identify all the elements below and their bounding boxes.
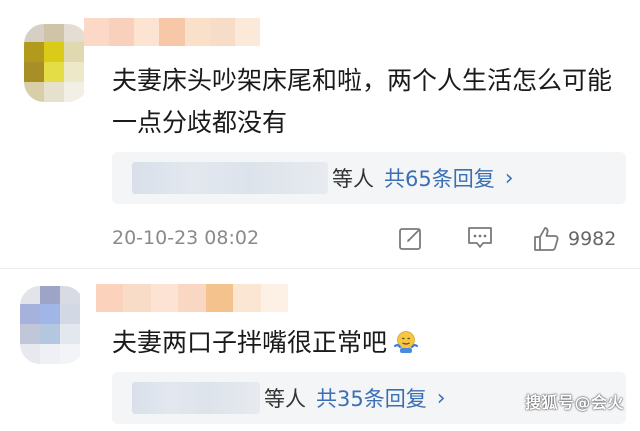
shrug-emoji-icon: [393, 331, 419, 353]
chevron-right-icon: ›: [504, 165, 514, 191]
replier-names-mosaic: [132, 162, 328, 194]
username-mosaic[interactable]: [96, 284, 288, 312]
comment-text-body: 夫妻两口子拌嘴很正常吧: [112, 328, 388, 357]
reply-count-label: 共35条回复: [316, 387, 427, 411]
comment-text: 夫妻床头吵架床尾和啦，两个人生活怎么可能一点分歧都没有: [112, 66, 613, 137]
replier-names-mosaic: [132, 382, 260, 414]
edit-icon[interactable]: [398, 225, 424, 251]
chevron-right-icon: ›: [436, 385, 446, 411]
avatar[interactable]: [20, 286, 84, 364]
thumbs-up-icon: [534, 227, 559, 251]
avatar[interactable]: [24, 24, 88, 102]
like-count: 9982: [568, 228, 617, 250]
replier-suffix: 等人: [332, 167, 374, 191]
reply-count-link[interactable]: 共65条回复 ›: [384, 163, 514, 193]
timestamp: 20-10-23 08:02: [112, 227, 260, 249]
replier-suffix: 等人: [264, 387, 306, 411]
replies-preview[interactable]: 等人 共65条回复 ›: [112, 152, 626, 204]
comment-meta: 20-10-23 08:02 9982: [112, 225, 626, 255]
comment-text: 夫妻两口子拌嘴很正常吧: [112, 322, 626, 364]
reply-count-label: 共65条回复: [384, 167, 495, 191]
like-button[interactable]: 9982: [532, 225, 616, 253]
reply-count-link[interactable]: 共35条回复 ›: [316, 383, 446, 413]
comment-icon[interactable]: [466, 225, 494, 251]
divider: [0, 268, 640, 269]
watermark: 搜狐号@会火: [524, 393, 624, 412]
comment-item: 夫妻床头吵架床尾和啦，两个人生活怎么可能一点分歧都没有 等人 共65条回复 › …: [0, 0, 640, 272]
username-mosaic[interactable]: [84, 18, 260, 46]
